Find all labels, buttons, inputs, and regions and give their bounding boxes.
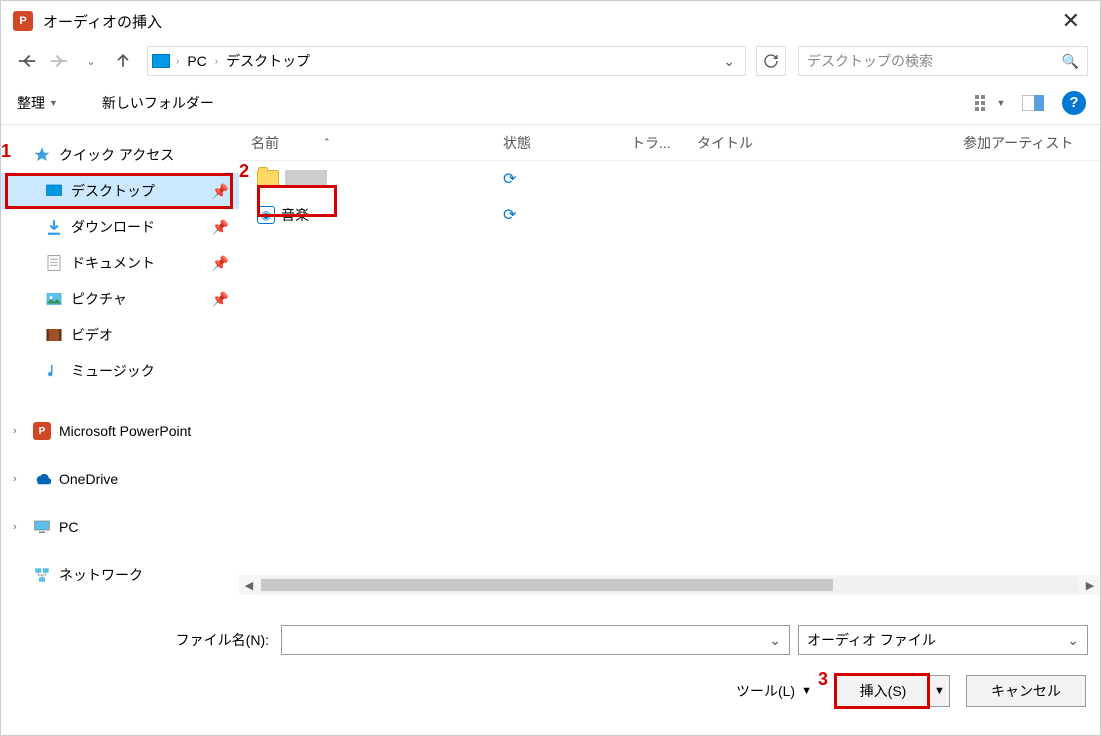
search-icon[interactable]: 🔍 <box>1062 53 1079 70</box>
search-input[interactable]: デスクトップの検索 🔍 <box>798 46 1088 76</box>
sync-icon: ⟳ <box>503 171 516 188</box>
close-button[interactable]: ✕ <box>1054 8 1088 34</box>
sidebar-item-music[interactable]: ミュージック <box>1 353 239 389</box>
nav-bar: ⌄ › PC › デスクトップ ⌄ デスクトップの検索 🔍 <box>1 41 1100 81</box>
recent-locations-button[interactable]: ⌄ <box>77 47 105 75</box>
cancel-button[interactable]: キャンセル <box>966 675 1086 707</box>
column-track[interactable]: トラ... <box>619 133 685 153</box>
pin-icon: 📌 <box>212 291 229 308</box>
pin-icon: 📌 <box>212 183 229 200</box>
scroll-track[interactable] <box>261 577 1078 593</box>
sidebar-item-desktop[interactable]: デスクトップ 📌 <box>1 173 239 209</box>
file-name-redacted <box>285 170 327 188</box>
sidebar-powerpoint[interactable]: › P Microsoft PowerPoint <box>1 413 239 449</box>
pin-icon: 📌 <box>212 255 229 272</box>
sidebar-pc[interactable]: › PC <box>1 509 239 545</box>
sidebar-item-downloads[interactable]: ダウンロード 📌 <box>1 209 239 245</box>
toolbar: 整理▼ 新しいフォルダー ▼ ? <box>1 81 1100 125</box>
horizontal-scrollbar[interactable]: ◀ ▶ <box>239 575 1100 595</box>
chevron-right-icon[interactable]: › <box>213 56 220 67</box>
scroll-thumb[interactable] <box>261 579 833 591</box>
annotation-3: 3 <box>818 669 828 690</box>
column-status[interactable]: 状態 <box>491 133 619 153</box>
chevron-down-icon: ⌄ <box>1067 632 1079 649</box>
organize-button[interactable]: 整理▼ <box>15 89 60 117</box>
crumb-pc[interactable]: PC <box>181 53 212 69</box>
file-list-area: 名前⌃ 状態 トラ... タイトル 参加アーティスト 2 ⟳ ◉ 音楽 ⟳ ◀ … <box>239 125 1100 595</box>
new-folder-button[interactable]: 新しいフォルダー <box>100 89 216 117</box>
back-button[interactable] <box>13 47 41 75</box>
file-row-folder[interactable]: ⟳ <box>239 161 1100 197</box>
powerpoint-icon: P <box>13 11 33 31</box>
file-row-audio[interactable]: ◉ 音楽 ⟳ <box>239 197 1100 233</box>
sidebar-quick-access[interactable]: クイック アクセス <box>1 137 239 173</box>
column-title[interactable]: タイトル <box>685 133 951 153</box>
column-artist[interactable]: 参加アーティスト <box>951 133 1100 153</box>
sync-icon: ⟳ <box>503 207 516 224</box>
address-dropdown[interactable]: ⌄ <box>717 53 741 70</box>
desktop-crumb-icon <box>152 54 170 68</box>
sidebar-network[interactable]: ネットワーク <box>1 557 239 593</box>
crumb-desktop[interactable]: デスクトップ <box>220 51 316 71</box>
insert-dropdown-button[interactable]: ▼ <box>929 676 949 706</box>
sidebar-onedrive[interactable]: › OneDrive <box>1 461 239 497</box>
sidebar-item-videos[interactable]: ビデオ <box>1 317 239 353</box>
powerpoint-icon: P <box>33 422 51 440</box>
insert-button[interactable]: 挿入(S) <box>837 676 929 706</box>
search-placeholder: デスクトップの検索 <box>807 51 1062 71</box>
file-name: 音楽 <box>281 205 309 225</box>
address-bar[interactable]: › PC › デスクトップ ⌄ <box>147 46 746 76</box>
forward-button[interactable] <box>45 47 73 75</box>
filename-input[interactable]: ⌄ <box>281 625 790 655</box>
insert-split-button: 挿入(S) ▼ <box>836 675 950 707</box>
help-button[interactable]: ? <box>1062 91 1086 115</box>
refresh-button[interactable] <box>756 46 786 76</box>
tools-button[interactable]: ツール(L)▼ <box>736 681 812 701</box>
main-area: 1 クイック アクセス デスクトップ 📌 ダウンロード 📌 ドキュメント 📌 ピ… <box>1 125 1100 595</box>
up-button[interactable] <box>109 47 137 75</box>
folder-icon <box>257 170 279 188</box>
view-options-button[interactable]: ▼ <box>970 95 1010 111</box>
preview-pane-button[interactable] <box>1018 95 1048 111</box>
scroll-left-button[interactable]: ◀ <box>239 579 259 592</box>
scroll-right-button[interactable]: ▶ <box>1080 579 1100 592</box>
column-name[interactable]: 名前⌃ <box>239 133 491 153</box>
filetype-select[interactable]: オーディオ ファイル ⌄ <box>798 625 1088 655</box>
sort-arrow-icon: ⌃ <box>323 137 331 148</box>
sidebar-item-pictures[interactable]: ピクチャ 📌 <box>1 281 239 317</box>
filename-label: ファイル名(N): <box>13 630 273 650</box>
bottom-panel: ファイル名(N): ⌄ オーディオ ファイル ⌄ ツール(L)▼ 3 挿入(S)… <box>1 595 1100 719</box>
pin-icon: 📌 <box>212 219 229 236</box>
chevron-right-icon[interactable]: › <box>174 56 181 67</box>
annotation-2: 2 <box>239 161 249 182</box>
window-title: オーディオの挿入 <box>43 11 1054 32</box>
audio-file-icon: ◉ <box>257 206 275 224</box>
filename-dropdown[interactable]: ⌄ <box>761 632 789 649</box>
title-bar: P オーディオの挿入 ✕ <box>1 1 1100 41</box>
sidebar-item-documents[interactable]: ドキュメント 📌 <box>1 245 239 281</box>
sidebar: 1 クイック アクセス デスクトップ 📌 ダウンロード 📌 ドキュメント 📌 ピ… <box>1 125 239 595</box>
column-headers: 名前⌃ 状態 トラ... タイトル 参加アーティスト <box>239 125 1100 161</box>
